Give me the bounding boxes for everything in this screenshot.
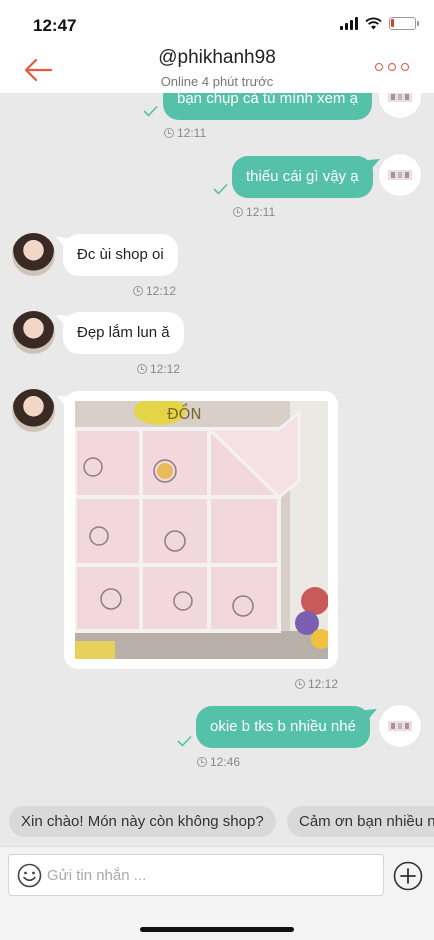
status-time: 12:47: [33, 16, 77, 35]
dot-icon: [401, 63, 409, 71]
more-options-button[interactable]: [375, 63, 409, 71]
shop-avatar: [379, 154, 421, 196]
smiley-icon: [17, 863, 42, 888]
emoji-button[interactable]: [17, 863, 42, 888]
message-time: 12:11: [233, 205, 275, 219]
message-time: 12:11: [164, 126, 206, 140]
clock-icon: [137, 364, 147, 374]
online-status: Online 4 phút trước: [160, 74, 274, 89]
quick-reply-chip[interactable]: Xin chào! Món này còn không shop?: [9, 806, 276, 837]
home-indicator: [140, 927, 294, 932]
message-bubble[interactable]: Đẹp lắm lun ă: [63, 312, 184, 354]
message-bubble[interactable]: okie b tks b nhiều nhé: [196, 706, 370, 748]
image-bubble[interactable]: ĐỒN: [64, 391, 338, 669]
wifi-icon: [365, 17, 382, 30]
message-time: 12:46: [197, 755, 240, 769]
battery-icon: [389, 17, 419, 30]
message-bubble[interactable]: Đc ùi shop oi: [63, 234, 178, 276]
checkmark-icon: [143, 105, 158, 117]
clock-icon: [133, 286, 143, 296]
clock-icon: [197, 757, 207, 767]
checkmark-icon: [213, 183, 228, 195]
dot-icon: [388, 63, 396, 71]
user-avatar: [12, 311, 55, 354]
checkmark-icon: [177, 735, 192, 747]
composer-bar: [0, 846, 434, 940]
chat-title: @phikhanh98: [158, 47, 276, 68]
message-time: 12:12: [133, 284, 176, 298]
quick-replies: Xin chào! Món này còn không shop? Cảm ơn…: [0, 806, 434, 838]
status-icons: [340, 17, 419, 30]
message-input[interactable]: [47, 855, 377, 895]
shop-avatar: [379, 705, 421, 747]
user-avatar: [12, 233, 55, 276]
shared-photo[interactable]: ĐỒN: [75, 401, 328, 659]
message-bubble[interactable]: thiếu cái gì vậy ạ: [232, 156, 373, 198]
dot-icon: [375, 63, 383, 71]
clock-icon: [233, 207, 243, 217]
clock-icon: [164, 128, 174, 138]
message-input-box: [8, 854, 384, 896]
photo-text: ĐỒN: [167, 402, 202, 423]
plus-circle-icon: [393, 861, 423, 891]
cellular-signal-icon: [340, 17, 358, 30]
message-time: 12:12: [137, 362, 180, 376]
message-time: 12:12: [295, 677, 338, 691]
user-avatar: [12, 389, 55, 432]
add-attachment-button[interactable]: [393, 861, 423, 891]
top-bar: 12:47 @phikhanh98 Online 4 phút trước: [0, 0, 434, 93]
clock-icon: [295, 679, 305, 689]
quick-reply-chip[interactable]: Cảm ơn bạn nhiều n: [287, 806, 434, 837]
